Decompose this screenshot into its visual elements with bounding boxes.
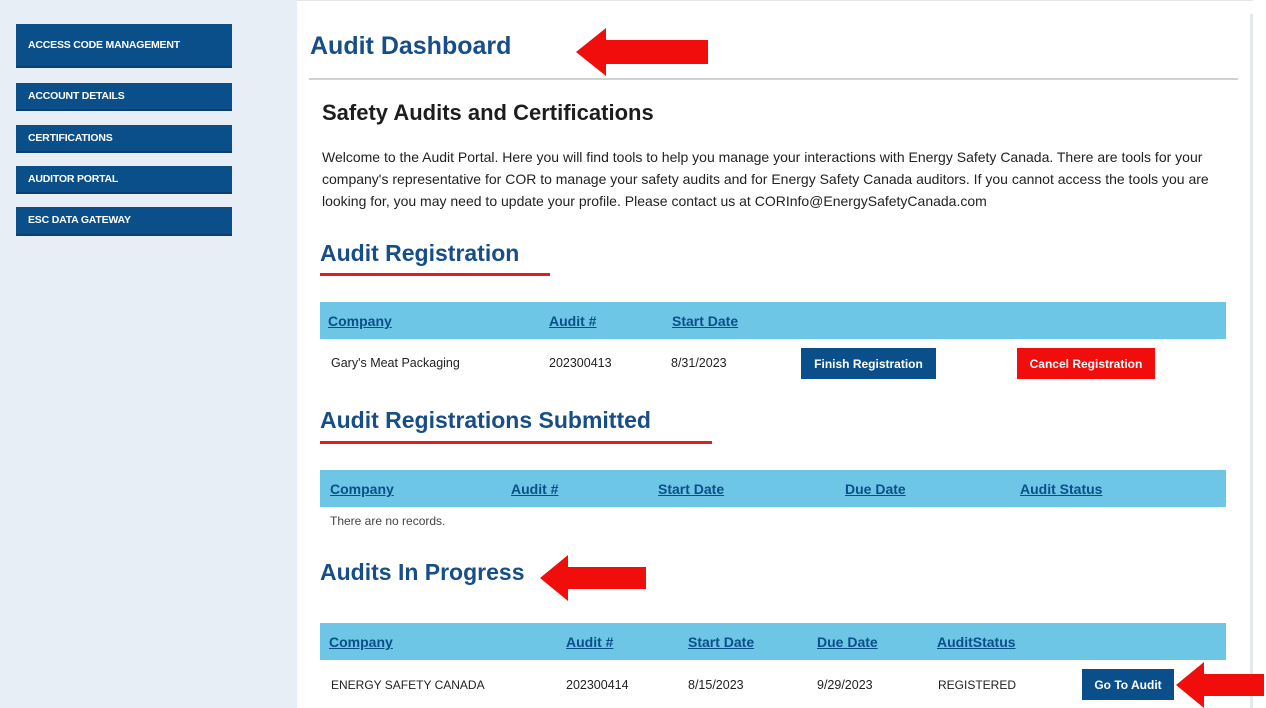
- title-divider: [309, 78, 1238, 80]
- column-company[interactable]: Company: [328, 313, 392, 329]
- cell-start-date: 8/15/2023: [688, 678, 744, 692]
- column-company[interactable]: Company: [329, 634, 393, 650]
- empty-records-text: There are no records.: [330, 514, 446, 528]
- heading-underline: [320, 441, 712, 444]
- heading-underline: [320, 273, 550, 276]
- cell-company: ENERGY SAFETY CANADA: [331, 678, 485, 692]
- arrow-left-icon: [540, 555, 646, 601]
- arrow-left-icon: [1176, 662, 1264, 708]
- audits-in-progress-heading: Audits In Progress: [320, 559, 525, 585]
- audit-registration-heading: Audit Registration: [320, 240, 520, 266]
- sidebar-item-account-details[interactable]: ACCOUNT DETAILS: [16, 83, 232, 111]
- scroll-edge: [1250, 14, 1253, 708]
- sidebar-item-esc-data-gateway[interactable]: ESC DATA GATEWAY: [16, 207, 232, 236]
- finish-registration-button[interactable]: Finish Registration: [801, 348, 936, 379]
- section-heading: Safety Audits and Certifications: [322, 100, 654, 125]
- column-audit-number[interactable]: Audit #: [566, 634, 613, 650]
- sidebar-item-certifications[interactable]: CERTIFICATIONS: [16, 125, 232, 153]
- submitted-table-header: Company Audit # Start Date Due Date Audi…: [320, 470, 1226, 507]
- column-company[interactable]: Company: [330, 481, 394, 497]
- sidebar-item-access-code-management[interactable]: ACCESS CODE MANAGEMENT: [16, 24, 232, 68]
- column-start-date[interactable]: Start Date: [672, 313, 738, 329]
- cell-audit-number: 202300414: [566, 678, 629, 692]
- column-audit-number[interactable]: Audit #: [511, 481, 558, 497]
- in-progress-table-header: Company Audit # Start Date Due Date Audi…: [320, 623, 1226, 660]
- page-title: Audit Dashboard: [310, 32, 512, 60]
- cell-audit-number: 202300413: [549, 356, 612, 370]
- column-audit-status[interactable]: Audit Status: [1020, 481, 1102, 497]
- cancel-registration-button[interactable]: Cancel Registration: [1017, 348, 1155, 379]
- column-audit-number[interactable]: Audit #: [549, 313, 596, 329]
- go-to-audit-button[interactable]: Go To Audit: [1082, 669, 1174, 700]
- cell-company: Gary's Meat Packaging: [331, 356, 460, 370]
- column-start-date[interactable]: Start Date: [658, 481, 724, 497]
- cell-audit-status: REGISTERED: [938, 678, 1017, 692]
- top-divider: [297, 0, 1253, 1]
- column-audit-status[interactable]: AuditStatus: [937, 634, 1016, 650]
- column-due-date[interactable]: Due Date: [817, 634, 878, 650]
- intro-text: Welcome to the Audit Portal. Here you wi…: [322, 149, 1209, 209]
- cell-start-date: 8/31/2023: [671, 356, 727, 370]
- column-start-date[interactable]: Start Date: [688, 634, 754, 650]
- registrations-submitted-heading: Audit Registrations Submitted: [320, 407, 651, 433]
- arrow-left-icon: [576, 28, 708, 76]
- sidebar-item-auditor-portal[interactable]: AUDITOR PORTAL: [16, 166, 232, 194]
- column-due-date[interactable]: Due Date: [845, 481, 906, 497]
- cell-due-date: 9/29/2023: [817, 678, 873, 692]
- registration-table-header: Company Audit # Start Date: [320, 302, 1226, 339]
